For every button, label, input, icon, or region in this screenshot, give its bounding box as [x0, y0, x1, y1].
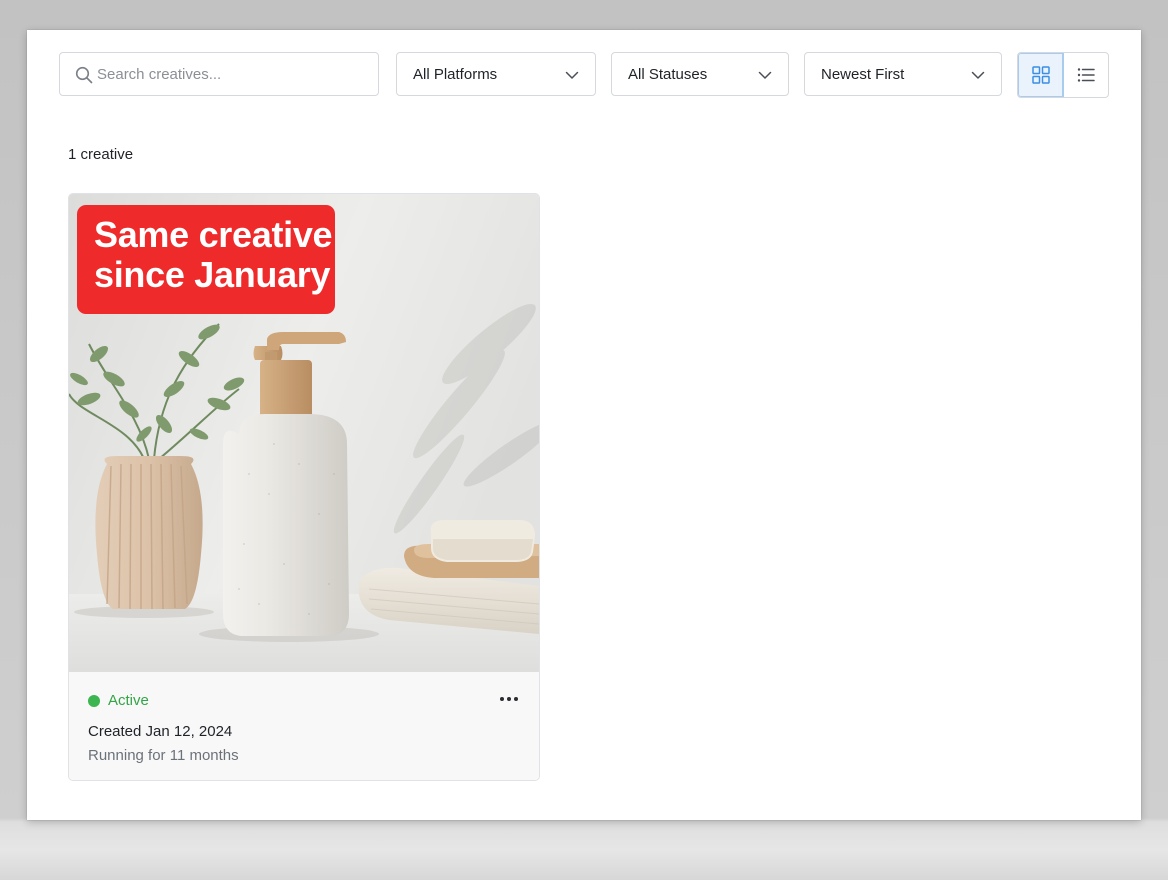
view-mode-toggle: [1017, 52, 1109, 98]
search-icon: [75, 66, 93, 84]
status-filter-select[interactable]: All Statuses: [611, 52, 789, 96]
search-box[interactable]: [59, 52, 379, 96]
created-date: Created Jan 12, 2024: [88, 723, 233, 740]
list-icon: [1077, 68, 1095, 82]
search-input[interactable]: [97, 53, 367, 95]
overlay-text-line-1: Same creative: [94, 214, 333, 255]
sort-select[interactable]: Newest First: [804, 52, 1002, 96]
status-dot-icon: [88, 695, 100, 707]
platform-filter-label: All Platforms: [413, 66, 498, 83]
chevron-down-icon: [565, 71, 579, 79]
list-view-button[interactable]: [1063, 53, 1108, 97]
platform-filter-select[interactable]: All Platforms: [396, 52, 596, 96]
overlay-text-badge: Same creative since January: [77, 205, 335, 314]
overlay-text-line-2: since January: [94, 254, 331, 295]
sort-label: Newest First: [821, 66, 905, 83]
chevron-down-icon: [971, 71, 985, 79]
running-duration: Running for 11 months: [88, 747, 239, 764]
creative-card[interactable]: Same creative since January Active Creat…: [68, 193, 540, 781]
chevron-down-icon: [758, 71, 772, 79]
results-count: 1 creative: [68, 146, 134, 163]
creative-card-footer: Active Created Jan 12, 2024 Running for …: [69, 672, 539, 780]
creatives-panel: All Platforms All Statuses Newest First: [27, 30, 1141, 820]
more-horizontal-icon[interactable]: [497, 688, 521, 710]
status-label: Active: [108, 692, 149, 709]
status-filter-label: All Statuses: [628, 66, 708, 83]
grid-icon: [1032, 66, 1050, 84]
grid-view-button[interactable]: [1018, 53, 1064, 97]
